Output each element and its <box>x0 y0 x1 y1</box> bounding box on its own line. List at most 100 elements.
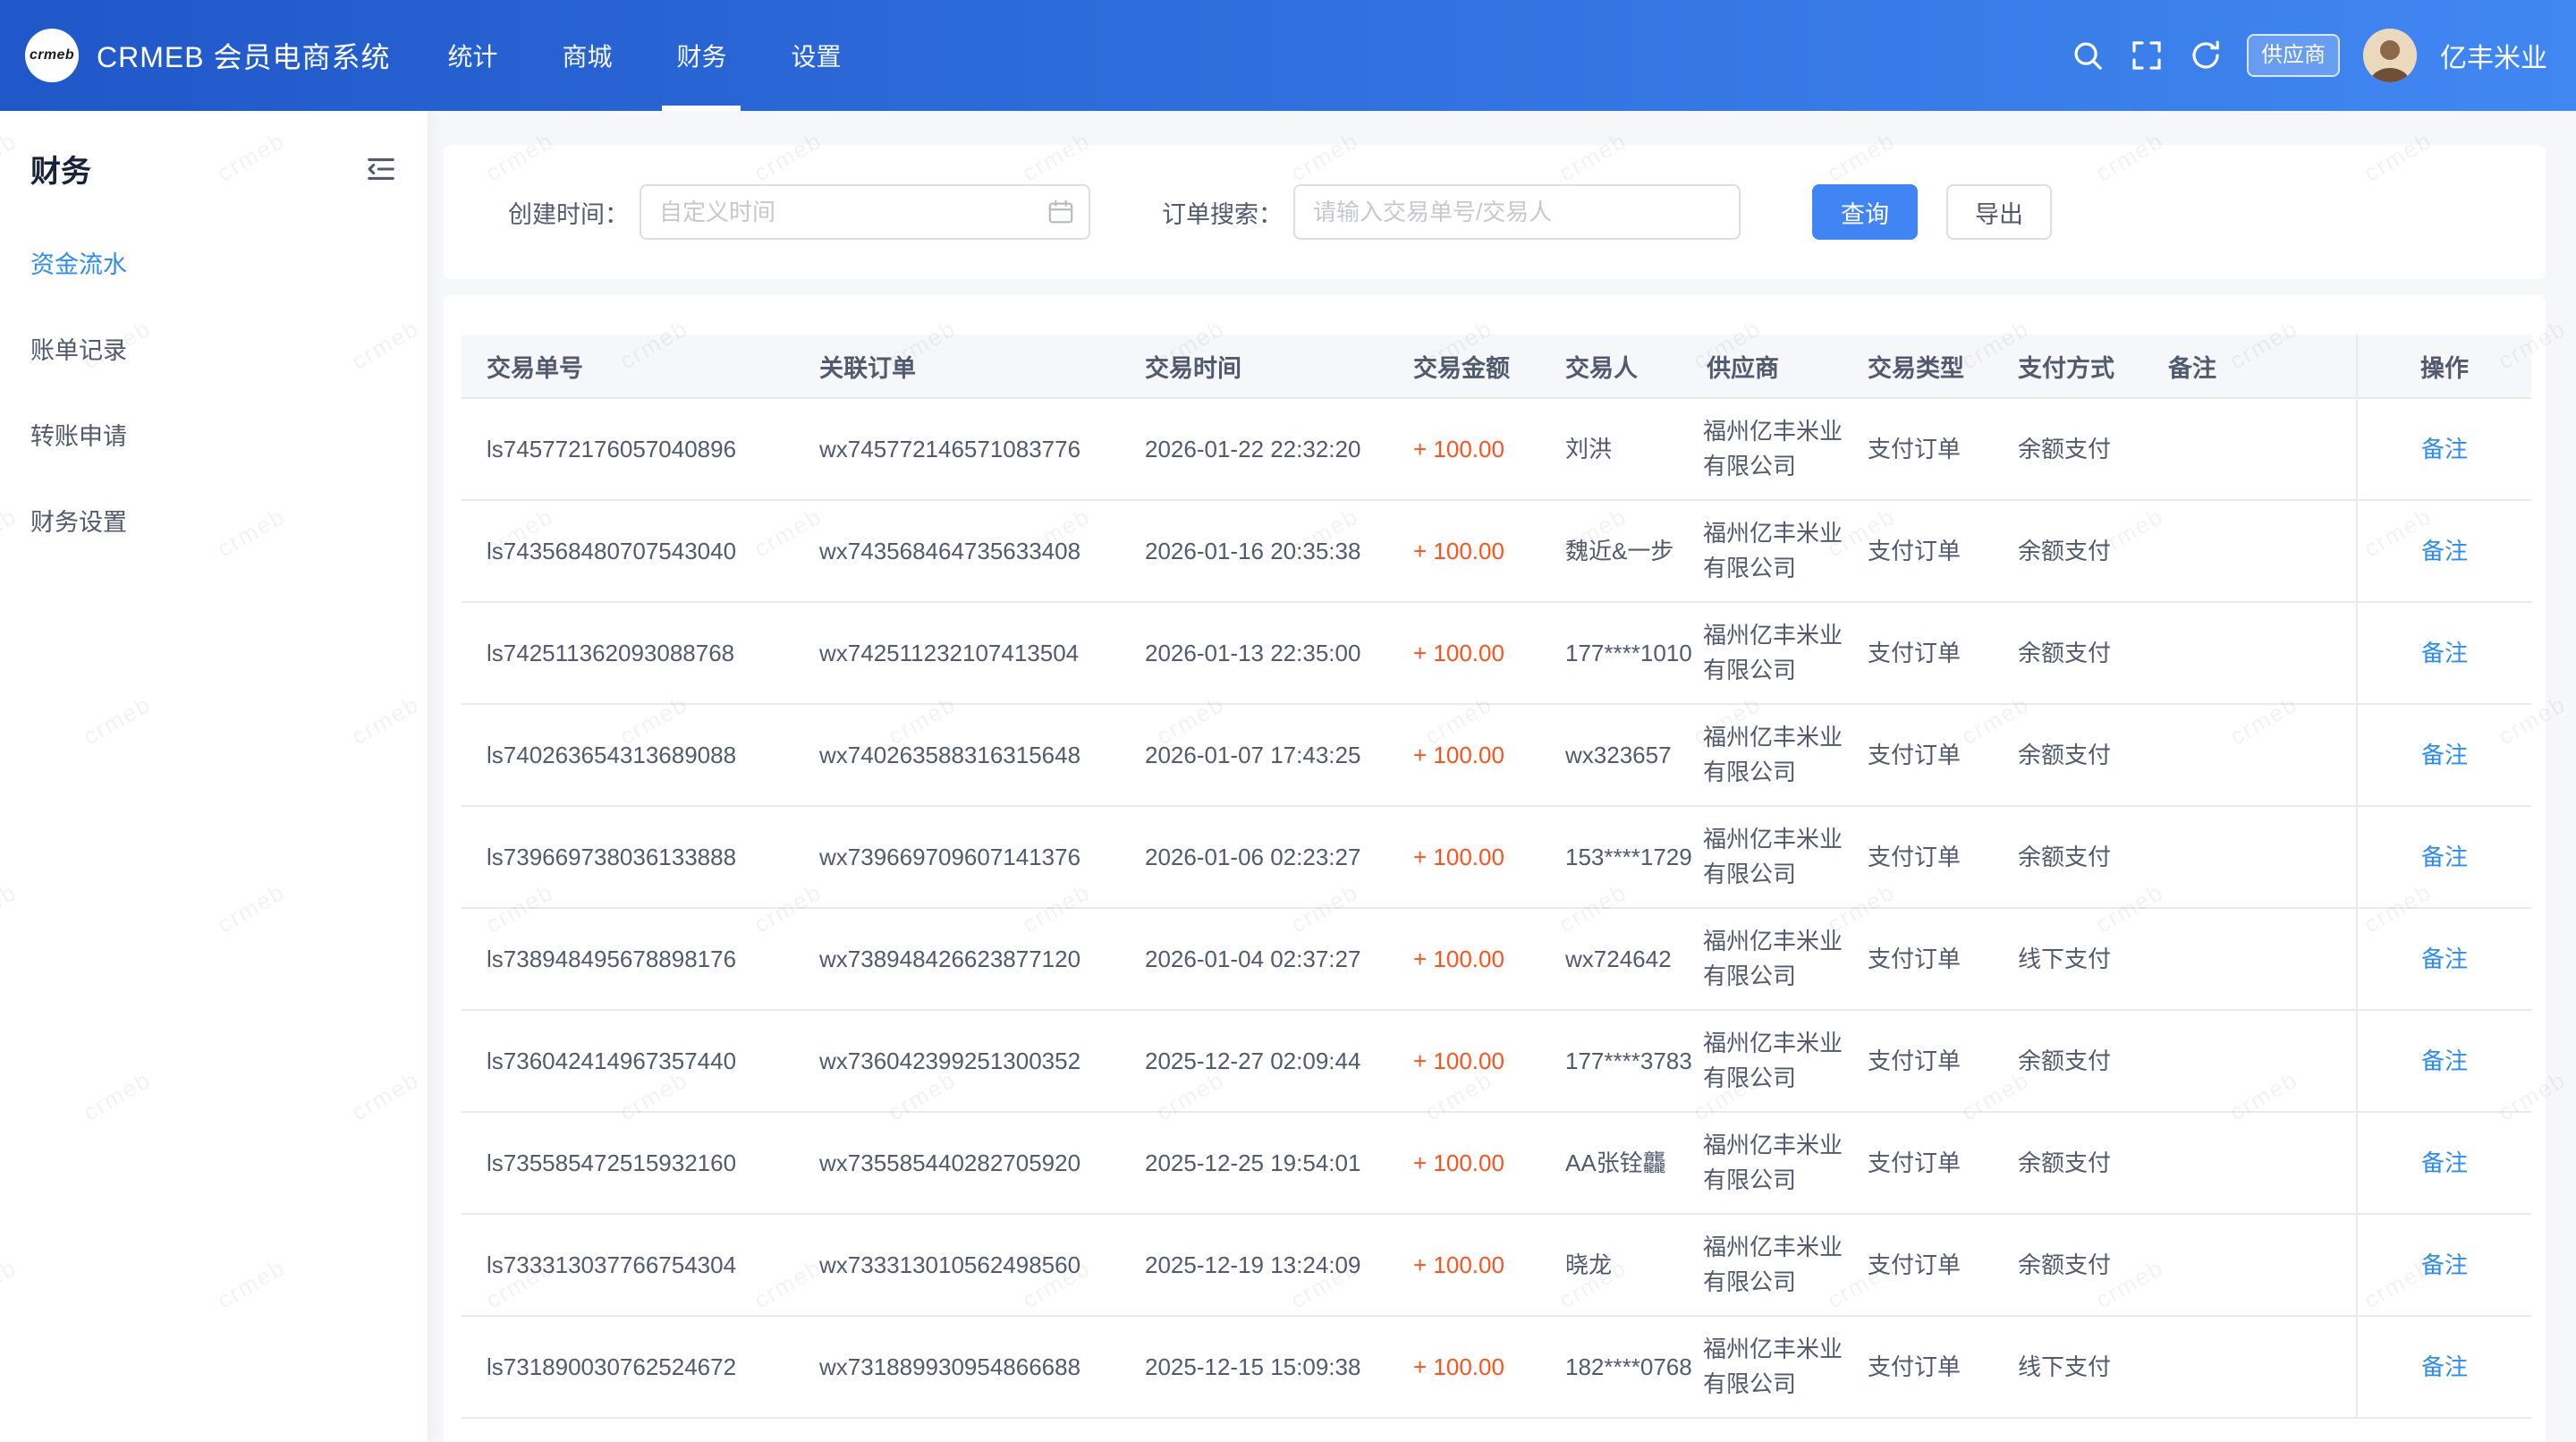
table-row: ls735585472515932160wx735585440282705920… <box>462 1113 2531 1215</box>
remark-action-link[interactable]: 备注 <box>2421 534 2468 569</box>
top-menu: 统计 商城 财务 设置 <box>415 0 873 111</box>
cell-trade-time: 2025-12-27 02:09:44 <box>1120 1011 1388 1111</box>
collapse-menu-icon[interactable] <box>363 151 399 187</box>
search-icon[interactable] <box>2070 38 2106 73</box>
cell-supplier: 福州亿丰米业有限公司 <box>1682 1215 1843 1315</box>
cell-trader: AA张铨龘 <box>1540 1113 1682 1213</box>
cell-amount: + 100.00 <box>1388 1317 1540 1417</box>
cell-trader: 魏近&一步 <box>1540 501 1682 601</box>
cell-order-no: wx745772146571083776 <box>794 399 1120 499</box>
cell-amount: + 100.00 <box>1388 1011 1540 1111</box>
cell-action: 备注 <box>2356 1317 2531 1417</box>
cell-trade-time: 2026-01-07 17:43:25 <box>1120 705 1388 805</box>
cell-action: 备注 <box>2356 603 2531 703</box>
order-search-input[interactable] <box>1293 184 1741 240</box>
col-amount: 交易金额 <box>1388 335 1540 397</box>
account-name[interactable]: 亿丰米业 <box>2440 36 2547 75</box>
sidebar-item-transfer-request[interactable]: 转账申请 <box>0 391 428 477</box>
cell-order-no: wx743568464735633408 <box>794 501 1120 601</box>
cell-trade-type: 支付订单 <box>1843 705 1993 805</box>
cell-action: 备注 <box>2356 501 2531 601</box>
cell-amount: + 100.00 <box>1388 807 1540 907</box>
calendar-icon <box>1047 199 1074 225</box>
nav-tab-finance[interactable]: 财务 <box>644 0 758 111</box>
cell-pay-method: 余额支付 <box>1993 705 2143 805</box>
cell-remark <box>2143 603 2356 703</box>
cell-pay-method: 余额支付 <box>1993 1215 2143 1315</box>
table-row: ls731890030762524672wx731889930954866688… <box>462 1317 2531 1419</box>
cell-trade-time: 2025-12-25 19:54:01 <box>1120 1113 1388 1213</box>
cell-supplier: 福州亿丰米业有限公司 <box>1682 1317 1843 1417</box>
cell-remark <box>2143 501 2356 601</box>
cell-order-no: wx738948426623877120 <box>794 909 1120 1009</box>
remark-action-link[interactable]: 备注 <box>2421 1350 2468 1385</box>
cell-trade-no: ls738948495678898176 <box>462 909 794 1009</box>
sidebar: 财务 资金流水 账单记录 转账申请 财务设置 <box>0 111 428 1442</box>
col-order-no: 关联订单 <box>794 335 1120 397</box>
avatar[interactable] <box>2363 29 2417 82</box>
cell-trade-type: 支付订单 <box>1843 1113 1993 1213</box>
cell-remark <box>2143 1215 2356 1315</box>
cell-pay-method: 余额支付 <box>1993 501 2143 601</box>
table-row: ls740263654313689088wx740263588316315648… <box>462 705 2531 807</box>
cell-amount: + 100.00 <box>1388 399 1540 499</box>
query-button[interactable]: 查询 <box>1812 184 1918 240</box>
nav-tab-mall[interactable]: 商城 <box>530 0 644 111</box>
table-row: ls733313037766754304wx733313010562498560… <box>462 1215 2531 1317</box>
remark-action-link[interactable]: 备注 <box>2421 1248 2468 1283</box>
cell-pay-method: 线下支付 <box>1993 909 2143 1009</box>
cell-trade-no: ls739669738036133888 <box>462 807 794 907</box>
cell-order-no: wx742511232107413504 <box>794 603 1120 703</box>
remark-action-link[interactable]: 备注 <box>2421 636 2468 671</box>
col-supplier: 供应商 <box>1682 335 1843 397</box>
cell-trade-no: ls740263654313689088 <box>462 705 794 805</box>
cell-action: 备注 <box>2356 1113 2531 1213</box>
table-row: ls743568480707543040wx743568464735633408… <box>462 501 2531 603</box>
cell-trade-time: 2026-01-16 20:35:38 <box>1120 501 1388 601</box>
sidebar-item-capital-flow[interactable]: 资金流水 <box>0 219 428 305</box>
cell-action: 备注 <box>2356 909 2531 1009</box>
cell-trade-time: 2026-01-13 22:35:00 <box>1120 603 1388 703</box>
cell-trade-type: 支付订单 <box>1843 501 1993 601</box>
remark-action-link[interactable]: 备注 <box>2421 738 2468 773</box>
top-navbar: crmeb CRMEB 会员电商系统 统计 商城 财务 设置 <box>0 0 2576 111</box>
table-row: ls742511362093088768wx742511232107413504… <box>462 603 2531 705</box>
cell-amount: + 100.00 <box>1388 1113 1540 1213</box>
cell-action: 备注 <box>2356 1215 2531 1315</box>
cell-order-no: wx740263588316315648 <box>794 705 1120 805</box>
cell-remark <box>2143 1113 2356 1213</box>
cell-trade-no: ls736042414967357440 <box>462 1011 794 1111</box>
cell-trade-type: 支付订单 <box>1843 909 1993 1009</box>
export-button[interactable]: 导出 <box>1946 184 2052 240</box>
remark-action-link[interactable]: 备注 <box>2421 942 2468 977</box>
nav-tab-statistics[interactable]: 统计 <box>415 0 530 111</box>
remark-action-link[interactable]: 备注 <box>2421 432 2468 467</box>
cell-pay-method: 余额支付 <box>1993 807 2143 907</box>
nav-tab-settings[interactable]: 设置 <box>758 0 873 111</box>
sidebar-item-bill-records[interactable]: 账单记录 <box>0 305 428 391</box>
col-pay-method: 支付方式 <box>1993 335 2143 397</box>
cell-trade-type: 支付订单 <box>1843 603 1993 703</box>
sidebar-item-finance-settings[interactable]: 财务设置 <box>0 477 428 563</box>
cell-supplier: 福州亿丰米业有限公司 <box>1682 501 1843 601</box>
remark-action-link[interactable]: 备注 <box>2421 840 2468 875</box>
refresh-icon[interactable] <box>2188 38 2224 73</box>
sidebar-header: 财务 <box>0 111 428 219</box>
remark-action-link[interactable]: 备注 <box>2421 1146 2468 1181</box>
remark-action-link[interactable]: 备注 <box>2421 1044 2468 1079</box>
cell-pay-method: 余额支付 <box>1993 1113 2143 1213</box>
cell-trader: 晓龙 <box>1540 1215 1682 1315</box>
date-range-input[interactable] <box>640 184 1090 240</box>
created-time-label: 创建时间： <box>508 195 629 230</box>
cell-pay-method: 余额支付 <box>1993 603 2143 703</box>
cell-action: 备注 <box>2356 705 2531 805</box>
table-row: ls738948495678898176wx738948426623877120… <box>462 909 2531 1011</box>
cell-trade-time: 2025-12-19 13:24:09 <box>1120 1215 1388 1315</box>
col-action: 操作 <box>2356 335 2531 397</box>
fullscreen-icon[interactable] <box>2129 38 2165 73</box>
filter-card: 创建时间： 订单搜索： 查询 导出 <box>444 145 2546 279</box>
cell-action: 备注 <box>2356 807 2531 907</box>
cell-trader: 182****0768 <box>1540 1317 1682 1417</box>
cell-trade-time: 2026-01-04 02:37:27 <box>1120 909 1388 1009</box>
order-search-label: 订单搜索： <box>1162 195 1283 230</box>
